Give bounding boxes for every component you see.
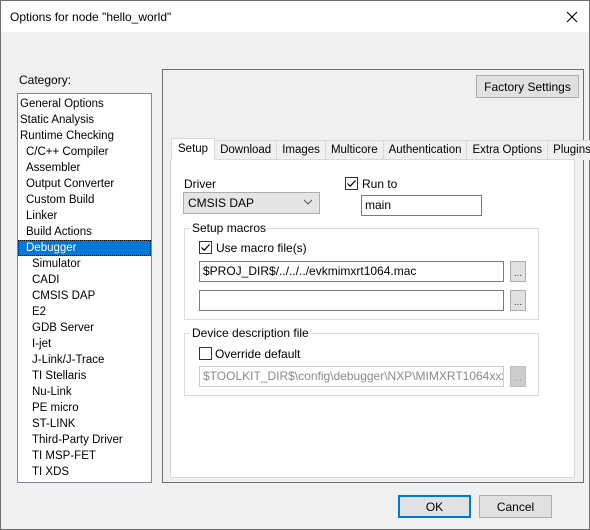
driver-select-value: CMSIS DAP xyxy=(188,196,255,210)
category-item-build-actions[interactable]: Build Actions xyxy=(18,224,151,240)
device-description-browse-button: ... xyxy=(510,366,526,387)
category-label: Category: xyxy=(19,73,72,87)
run-to-checkbox[interactable] xyxy=(345,177,358,190)
run-to-label: Run to xyxy=(362,177,398,191)
override-default-checkbox[interactable] xyxy=(199,347,212,360)
category-item-cmsis-dap[interactable]: CMSIS DAP xyxy=(18,288,151,304)
category-item-assembler[interactable]: Assembler xyxy=(18,160,151,176)
category-item-linker[interactable]: Linker xyxy=(18,208,151,224)
driver-label: Driver xyxy=(184,177,216,191)
run-to-input[interactable]: main xyxy=(361,195,482,216)
category-item-nu-link[interactable]: Nu-Link xyxy=(18,384,151,400)
tab-extra-options[interactable]: Extra Options xyxy=(466,140,549,160)
category-item-j-link-j-trace[interactable]: J-Link/J-Trace xyxy=(18,352,151,368)
device-description-title: Device description file xyxy=(190,326,311,340)
category-item-cadi[interactable]: CADI xyxy=(18,272,151,288)
macro-file-2-browse-button[interactable]: ... xyxy=(510,290,526,311)
category-item-i-jet[interactable]: I-jet xyxy=(18,336,151,352)
category-item-ti-xds[interactable]: TI XDS xyxy=(18,464,151,480)
checkmark-icon xyxy=(201,244,210,252)
macro-file-1-input[interactable]: $PROJ_DIR$/../../../evkmimxrt1064.mac xyxy=(199,261,504,282)
device-description-input: $TOOLKIT_DIR$\config\debugger\NXP\MIMXRT… xyxy=(199,366,504,387)
dialog-title: Options for node "hello_world" xyxy=(10,10,172,24)
title-bar: Options for node "hello_world" xyxy=(1,1,589,32)
category-item-gdb-server[interactable]: GDB Server xyxy=(18,320,151,336)
use-macro-checkbox[interactable] xyxy=(199,241,212,254)
ok-button[interactable]: OK xyxy=(398,495,471,518)
category-item-ti-stellaris[interactable]: TI Stellaris xyxy=(18,368,151,384)
category-list[interactable]: General Options Static Analysis Runtime Ch… xyxy=(17,93,152,483)
category-item-third-party-driver[interactable]: Third-Party Driver xyxy=(18,432,151,448)
category-item-simulator[interactable]: Simulator xyxy=(18,256,151,272)
options-dialog: Options for node "hello_world" Category:… xyxy=(0,0,590,530)
category-item-custom-build[interactable]: Custom Build xyxy=(18,192,151,208)
override-default-label: Override default xyxy=(215,347,301,361)
tab-plugins[interactable]: Plugins xyxy=(547,140,590,160)
macro-file-2-input[interactable] xyxy=(199,290,504,311)
macro-file-1-browse-button[interactable]: ... xyxy=(510,261,526,282)
category-item-c-c-compiler[interactable]: C/C++ Compiler xyxy=(18,144,151,160)
checkmark-icon xyxy=(347,180,356,188)
category-item-st-link[interactable]: ST-LINK xyxy=(18,416,151,432)
tab-multicore[interactable]: Multicore xyxy=(324,140,384,160)
setup-macros-title: Setup macros xyxy=(190,221,269,235)
category-item-static-analysis[interactable]: Static Analysis xyxy=(18,112,151,128)
category-item-general-options[interactable]: General Options xyxy=(18,96,151,112)
use-macro-label: Use macro file(s) xyxy=(216,241,307,255)
chevron-down-icon xyxy=(303,199,313,205)
cancel-button[interactable]: Cancel xyxy=(479,495,552,518)
category-item-e2[interactable]: E2 xyxy=(18,304,151,320)
close-button[interactable] xyxy=(555,1,589,32)
tab-authentication[interactable]: Authentication xyxy=(382,140,468,160)
tab-setup[interactable]: Setup xyxy=(171,138,216,160)
category-item-debugger[interactable]: Debugger xyxy=(18,240,151,256)
category-item-runtime-checking[interactable]: Runtime Checking xyxy=(18,128,151,144)
tab-strip: Setup Download Images Multicore Authenticati… xyxy=(171,138,590,160)
tab-images[interactable]: Images xyxy=(276,140,326,160)
driver-select[interactable]: CMSIS DAP xyxy=(183,192,320,214)
factory-settings-button[interactable]: Factory Settings xyxy=(476,75,579,98)
tab-download[interactable]: Download xyxy=(214,140,278,160)
category-item-pe-micro[interactable]: PE micro xyxy=(18,400,151,416)
category-item-output-converter[interactable]: Output Converter xyxy=(18,176,151,192)
close-x-icon xyxy=(566,11,578,22)
category-item-ti-msp-fet[interactable]: TI MSP-FET xyxy=(18,448,151,464)
